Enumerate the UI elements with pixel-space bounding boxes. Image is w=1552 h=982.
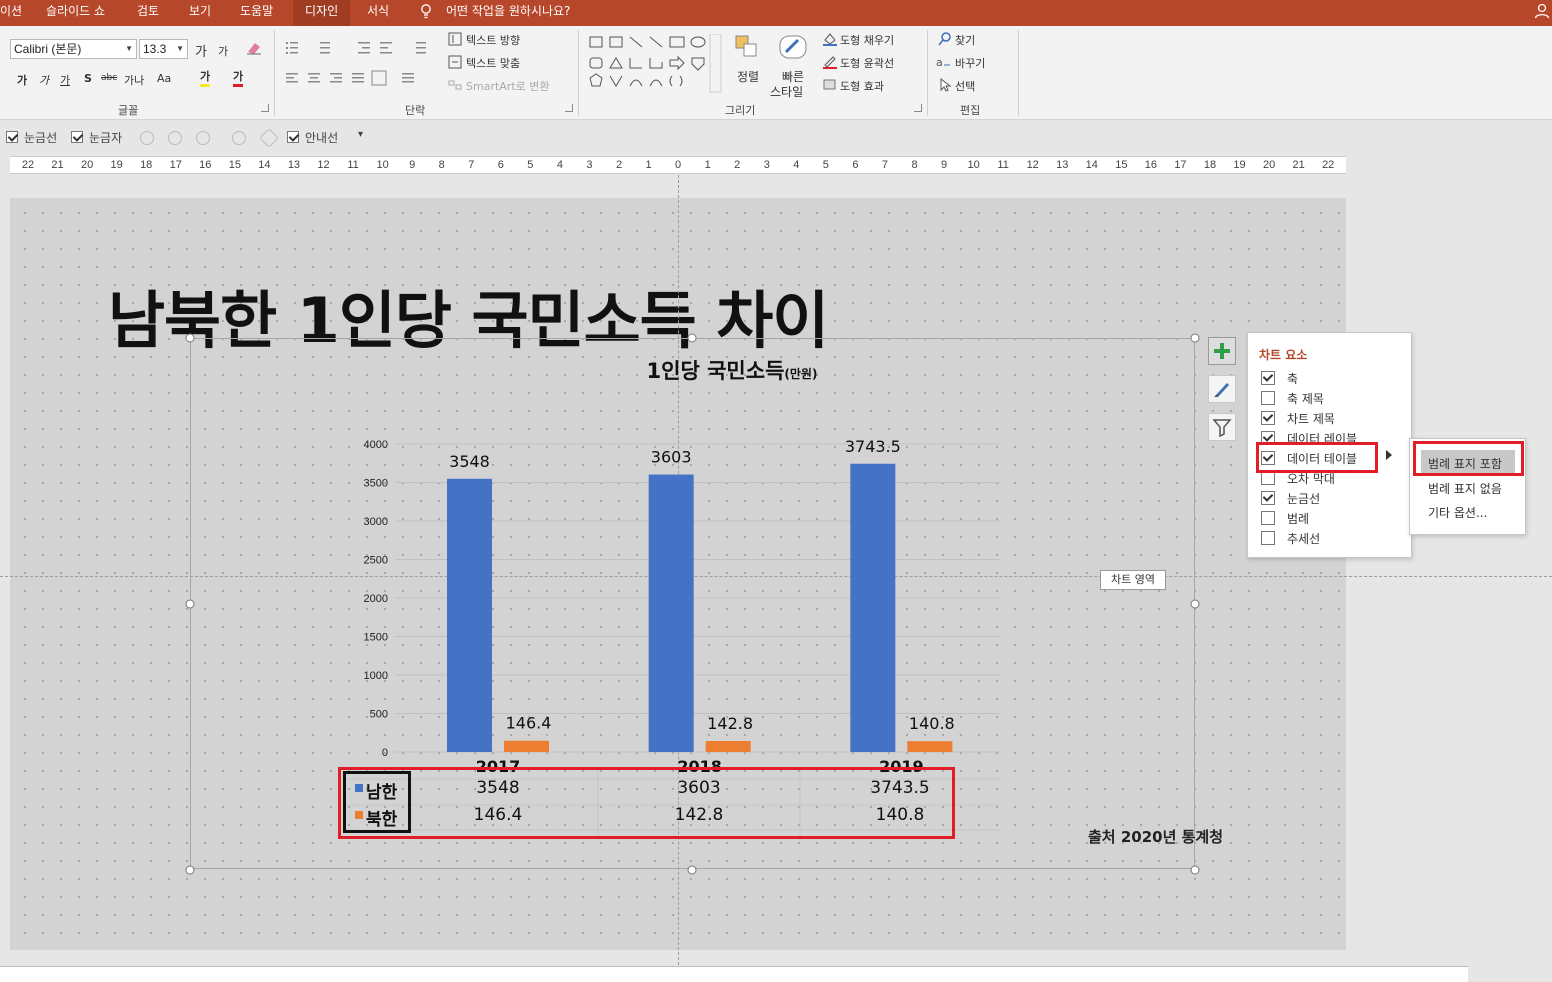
chart-element-checkbox[interactable] <box>1261 511 1275 525</box>
data-label[interactable]: 146.4 <box>506 714 552 733</box>
y-tick-label[interactable]: 500 <box>370 709 388 721</box>
chart-filters-button[interactable] <box>1208 413 1236 441</box>
chart-element-checkbox[interactable] <box>1261 411 1275 425</box>
bar[interactable] <box>648 474 694 752</box>
y-tick-label[interactable]: 3000 <box>364 516 388 528</box>
chart-element-checkbox[interactable] <box>1261 371 1275 385</box>
chart-title-text: 1인당 국민소득 <box>647 359 785 383</box>
chart-element-label: 추세선 <box>1287 532 1321 546</box>
selection-handle[interactable] <box>687 865 697 875</box>
chart-element-label: 축 <box>1287 372 1299 386</box>
chart-element-checkbox[interactable] <box>1261 531 1275 545</box>
selection-handle[interactable] <box>1190 599 1200 609</box>
chart-element-checkbox[interactable] <box>1261 491 1275 505</box>
y-tick-label[interactable]: 1000 <box>364 670 388 682</box>
popup-title: 차트 요소 <box>1259 348 1308 362</box>
chart-element-label: 축 제목 <box>1287 392 1324 406</box>
data-label[interactable]: 3743.5 <box>845 437 901 456</box>
filter-icon <box>1212 419 1232 438</box>
powerpoint-window: 이션 슬라이드 쇼 검토 보기 도움말 디자인 서식 어떤 작업을 원하시나요?… <box>0 0 1552 982</box>
selection-handle[interactable] <box>1190 865 1200 875</box>
chart-element-label: 차트 제목 <box>1287 412 1335 426</box>
y-tick-label[interactable]: 0 <box>382 747 388 759</box>
brush-icon <box>1214 383 1229 397</box>
selection-handle[interactable] <box>687 333 697 343</box>
chart-element-checkbox[interactable] <box>1261 391 1275 405</box>
plus-icon <box>1214 343 1230 359</box>
chart-elements-button[interactable] <box>1208 337 1236 365</box>
bar[interactable] <box>850 463 896 752</box>
submenu-item-no-legend-keys[interactable]: 범례 표지 없음 <box>1428 480 1502 497</box>
chart-element-label: 범례 <box>1287 512 1310 526</box>
data-table-highlight-box <box>338 767 955 839</box>
submenu-highlight-box <box>1413 441 1524 476</box>
source-note[interactable]: 출처 2020년 통계청 <box>1088 826 1223 847</box>
chart-styles-button[interactable] <box>1208 375 1236 403</box>
data-label[interactable]: 142.8 <box>707 714 753 733</box>
chart-area-tooltip: 차트 영역 <box>1100 570 1166 590</box>
legend-keys-highlight-box <box>343 771 411 833</box>
bar[interactable] <box>504 740 549 752</box>
submenu-arrow-icon[interactable] <box>1386 450 1392 460</box>
y-tick-label[interactable]: 3500 <box>364 478 388 490</box>
chart-title-unit: (만원) <box>784 366 817 381</box>
selection-handle[interactable] <box>185 333 195 343</box>
chart-title[interactable]: 1인당 국민소득(만원) <box>647 359 818 383</box>
selection-handle[interactable] <box>185 599 195 609</box>
y-tick-label[interactable]: 1500 <box>364 632 388 644</box>
y-tick-label[interactable]: 2500 <box>364 555 388 567</box>
chart-element-label: 눈금선 <box>1287 492 1321 506</box>
y-tick-label[interactable]: 2000 <box>364 593 388 605</box>
data-label[interactable]: 3603 <box>651 448 692 467</box>
selection-handle[interactable] <box>185 865 195 875</box>
y-tick-label[interactable]: 4000 <box>364 439 388 451</box>
data-label[interactable]: 140.8 <box>909 714 955 733</box>
data-label[interactable]: 3548 <box>449 452 490 471</box>
chart-element-checkbox[interactable] <box>1261 471 1275 485</box>
bar[interactable] <box>705 741 751 752</box>
bar[interactable] <box>907 741 953 752</box>
submenu-item-more-options[interactable]: 기타 옵션... <box>1428 504 1487 521</box>
notes-pane-edge <box>0 966 1468 982</box>
selection-handle[interactable] <box>1190 333 1200 343</box>
bar[interactable] <box>447 478 492 752</box>
data-table-option-highlight-box <box>1256 442 1378 473</box>
